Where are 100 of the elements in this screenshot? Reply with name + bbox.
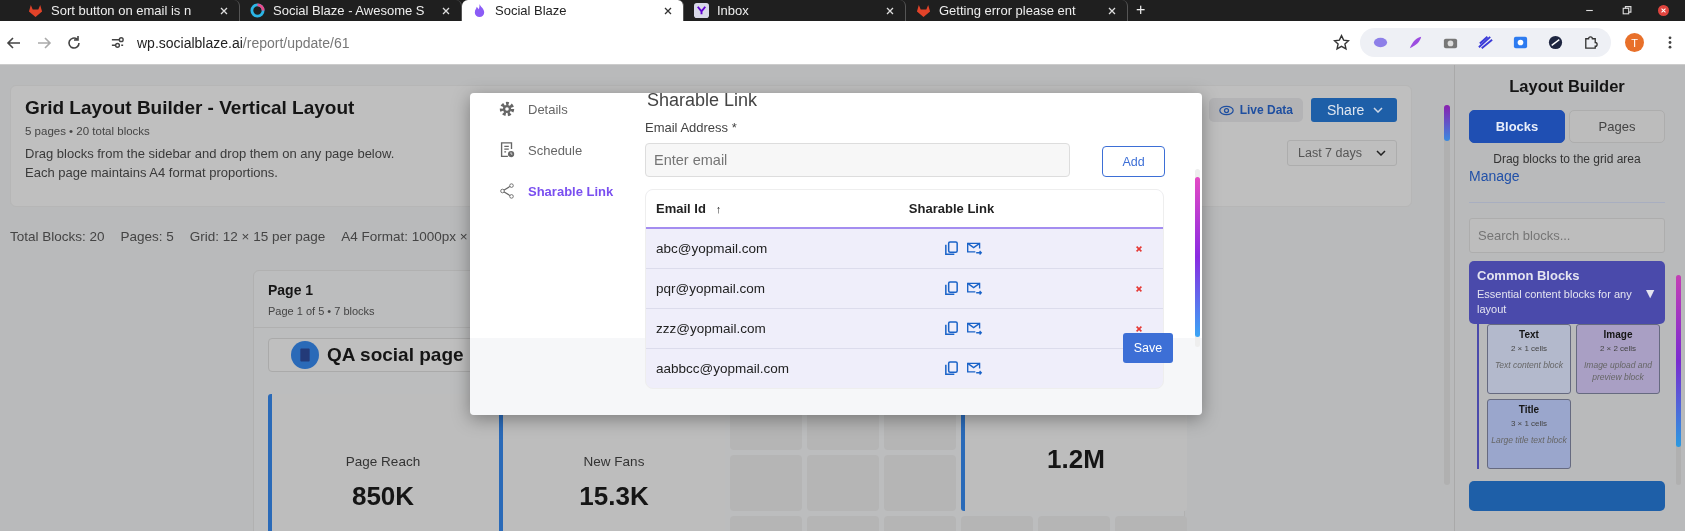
close-icon[interactable]	[1658, 5, 1669, 16]
scrollbar-thumb[interactable]	[1195, 177, 1200, 337]
tab-title: Social Blaze - Awesome S	[273, 3, 426, 18]
metric-value: 1.2M	[1047, 444, 1105, 475]
category-description: Essential content blocks for any layout	[1477, 287, 1633, 317]
block-card[interactable]: Title 3 × 1 cells Large title text block	[1487, 399, 1571, 469]
remove-icon[interactable]	[1135, 244, 1143, 253]
search-field[interactable]: Search blocks...	[1469, 218, 1665, 253]
sidebar-tab[interactable]: Pages	[1569, 110, 1665, 143]
block-size: 3 × 1 cells	[1509, 419, 1549, 428]
flame-icon	[472, 3, 487, 18]
close-icon[interactable]	[663, 5, 673, 16]
remove-icon[interactable]	[1135, 284, 1143, 293]
block-description: Text content block	[1493, 359, 1565, 371]
page-heading: Page 1	[268, 282, 314, 298]
send-mail-icon[interactable]	[966, 280, 983, 297]
scrollbar-thumb[interactable]	[1676, 275, 1681, 447]
menu-icon[interactable]	[1668, 35, 1672, 50]
share-button[interactable]: Share	[1311, 98, 1397, 122]
date-range-dropdown[interactable]: Last 7 days	[1287, 140, 1397, 166]
extension-icon[interactable]	[1547, 34, 1564, 51]
copy-icon[interactable]	[943, 280, 960, 297]
description-text: Each page maintains A4 format proportions.	[25, 164, 279, 182]
column-header[interactable]: Email Id	[646, 201, 706, 216]
block-name: Text	[1518, 329, 1540, 340]
column-header: Sharable Link	[908, 201, 995, 216]
copy-icon[interactable]	[943, 240, 960, 257]
restore-icon[interactable]	[1621, 5, 1632, 16]
dialog-nav-item[interactable]: Details	[498, 97, 645, 121]
block-size: 2 × 2 cells	[1598, 344, 1638, 353]
email-cell-text: zzz@yopmail.com	[655, 321, 767, 336]
block-description: Image upload and preview block	[1582, 359, 1654, 383]
add-button[interactable]: Add	[1102, 146, 1165, 177]
dialog-nav-item[interactable]: Schedule	[498, 138, 645, 162]
metric-value: 850K	[351, 481, 415, 512]
document-clock-icon	[498, 141, 516, 159]
dialog-nav-item[interactable]: Sharable Link	[498, 179, 645, 203]
chevron-down-icon	[1373, 107, 1383, 113]
book-icon	[291, 341, 319, 369]
page-info: Page 1 of 5 • 7 blocks	[268, 305, 376, 317]
sidebar-tab[interactable]: Blocks	[1469, 110, 1565, 143]
page-title: Grid Layout Builder - Vertical Layout	[25, 97, 356, 119]
send-mail-icon[interactable]	[966, 360, 983, 377]
email-cell-text: abc@yopmail.com	[655, 241, 769, 256]
block-card[interactable]: Image 2 × 2 cells Image upload and preview block	[1576, 324, 1660, 394]
new-tab-button[interactable]: +	[1128, 0, 1154, 21]
extension-icon[interactable]	[1477, 34, 1494, 51]
scrollbar-thumb[interactable]	[1444, 105, 1450, 141]
category-header[interactable]: Common Blocks Essential content blocks for any layout ▼	[1469, 261, 1665, 324]
url-text: wp.socialblaze.ai/report/update/61	[137, 34, 351, 51]
email-field[interactable]: Enter email	[645, 143, 1070, 177]
stat-text: Grid: 12 × 15 per page	[189, 229, 326, 244]
back-icon[interactable]	[6, 34, 22, 51]
sort-indicator[interactable]: ↑	[715, 202, 909, 215]
block-size: 2 × 1 cells	[1509, 344, 1549, 353]
live-data-button[interactable]: Live Data	[1208, 98, 1303, 122]
tab-title: Sort button on email is n	[51, 3, 193, 18]
feather-icon[interactable]	[1407, 34, 1424, 51]
address-bar[interactable]: wp.socialblaze.ai/report/update/61	[100, 26, 1360, 59]
page-subtitle: 5 pages • 20 total blocks	[25, 125, 151, 137]
block-name: Title	[1517, 404, 1541, 415]
share-icon	[498, 182, 516, 200]
metric-label: New Fans	[583, 454, 645, 469]
copy-icon[interactable]	[943, 320, 960, 337]
site-settings-icon[interactable]	[110, 35, 125, 50]
bookmark-star-icon[interactable]	[1333, 34, 1350, 51]
dialog-heading: Sharable Link	[647, 92, 759, 108]
email-cell-text: pqr@yopmail.com	[655, 281, 766, 296]
block-name: Image	[1602, 329, 1634, 340]
browser-tab[interactable]: Social Blaze	[462, 0, 684, 21]
tab-title: Social Blaze	[495, 3, 568, 18]
tab-title: Getting error please ent	[939, 3, 1077, 18]
stat-text: Total Blocks: 20	[10, 229, 105, 244]
eye-icon	[1218, 104, 1234, 116]
puzzle-icon[interactable]	[1582, 34, 1599, 51]
save-button[interactable]: Save	[1123, 333, 1173, 363]
metric-label: Page Reach	[345, 454, 421, 469]
field-label: Email Address *	[645, 120, 738, 135]
manage-link[interactable]: Manage	[1469, 168, 1665, 184]
category-title: Common Blocks	[1477, 268, 1581, 283]
reload-icon[interactable]	[66, 34, 82, 51]
title-block-text: QA social page	[327, 344, 464, 366]
tab-title: Inbox	[717, 3, 750, 18]
record-icon[interactable]	[1512, 34, 1529, 51]
send-mail-icon[interactable]	[966, 320, 983, 337]
email-cell-text: aabbcc@yopmail.com	[655, 361, 790, 376]
fox-icon	[916, 3, 931, 18]
block-description: Large title text block	[1491, 434, 1567, 446]
stat-text: Pages: 5	[120, 229, 174, 244]
fox-icon	[28, 3, 43, 18]
remove-icon[interactable]	[1135, 324, 1143, 333]
collapse-toggle[interactable]: ▼	[1643, 284, 1657, 301]
send-mail-icon[interactable]	[966, 240, 983, 257]
copy-icon[interactable]	[943, 360, 960, 377]
gear-icon	[498, 100, 516, 118]
block-card[interactable]: Text 2 × 1 cells Text content block	[1487, 324, 1571, 394]
y-logo-icon	[694, 3, 709, 18]
metric-value: 15.3K	[579, 481, 649, 512]
sidebar-hint: Drag blocks to the grid area	[1492, 152, 1642, 166]
stat-text: A4 Format: 1000px ×	[341, 229, 468, 244]
